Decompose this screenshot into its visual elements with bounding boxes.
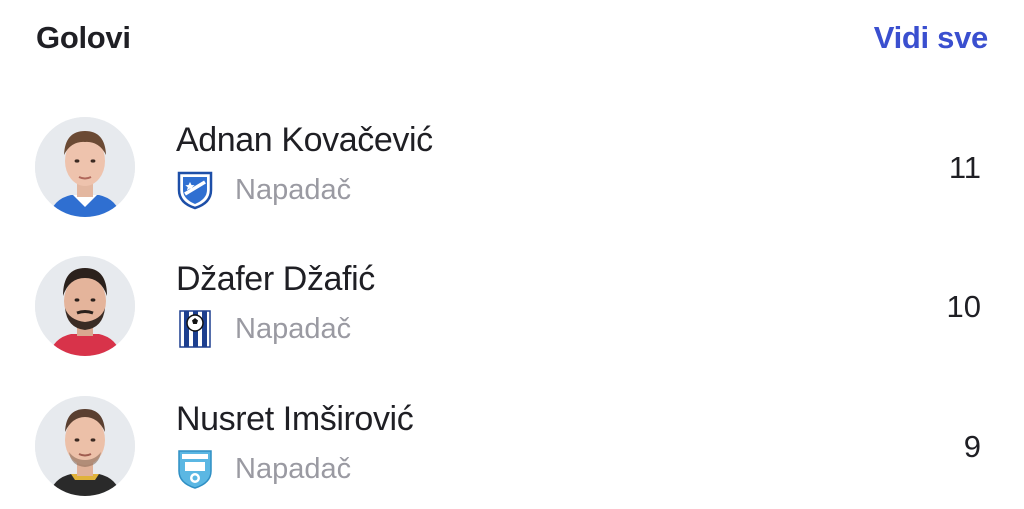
light-blue-shield-crest-icon <box>176 449 214 489</box>
player-name: Džafer Džafić <box>176 260 375 298</box>
player-avatar <box>35 117 135 217</box>
goal-count: 10 <box>946 289 981 324</box>
player-avatar <box>35 396 135 496</box>
blue-shield-crest-icon <box>176 170 214 210</box>
player-avatar <box>35 256 135 356</box>
goal-count: 11 <box>948 150 981 185</box>
player-row[interactable]: Adnan Kovačević Napadač 11 <box>0 117 1024 227</box>
section-title: Golovi <box>36 20 131 55</box>
player-row[interactable]: Džafer Džafić Napadač 10 <box>0 256 1024 366</box>
blue-striped-ball-crest-icon <box>176 309 214 349</box>
see-all-link[interactable]: Vidi sve <box>874 20 989 56</box>
card-header: Golovi Vidi sve <box>36 14 988 62</box>
goal-count: 9 <box>963 429 981 464</box>
player-position: Napadač <box>235 313 352 345</box>
top-scorers-card: Golovi Vidi sve Adnan Kovačević Napadač … <box>0 0 1024 509</box>
player-position: Napadač <box>235 174 352 206</box>
player-name: Nusret Imširović <box>176 400 414 438</box>
player-position: Napadač <box>235 453 352 485</box>
player-name: Adnan Kovačević <box>176 121 433 159</box>
player-row[interactable]: Nusret Imširović Napadač 9 <box>0 396 1024 506</box>
